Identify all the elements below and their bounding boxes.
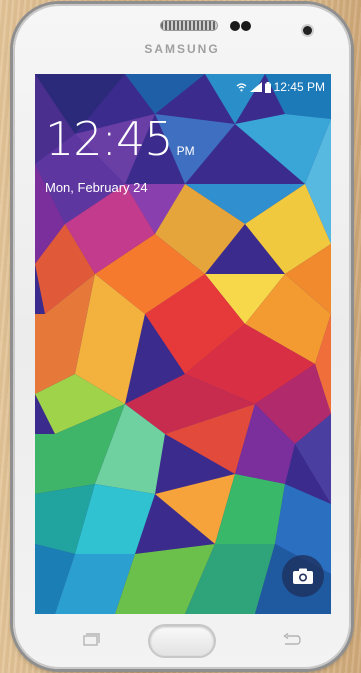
back-icon: [283, 633, 301, 645]
home-button[interactable]: [150, 626, 214, 656]
wifi-icon: [236, 83, 247, 92]
recent-apps-key[interactable]: [80, 631, 102, 649]
front-camera-icon: [303, 26, 312, 35]
phone-device: SAMSUNG 12:45 PM 12:45 PM Mon, February …: [13, 4, 351, 669]
battery-icon: [264, 81, 271, 93]
status-time: 12:45 PM: [273, 80, 325, 94]
light-sensor: [241, 21, 251, 31]
proximity-sensor: [230, 21, 240, 31]
lock-screen[interactable]: 12:45 PM 12:45 PM Mon, February 24: [35, 74, 331, 614]
clock-ampm: PM: [176, 144, 195, 158]
recent-apps-icon: [83, 633, 100, 646]
back-key[interactable]: [281, 631, 303, 649]
lock-date: Mon, February 24: [45, 180, 148, 195]
signal-icon: [249, 82, 262, 92]
camera-icon: [293, 568, 313, 584]
lock-clock: 12:45 PM: [45, 116, 195, 162]
clock-time: 12:45: [45, 112, 174, 166]
earpiece-speaker: [161, 21, 217, 30]
brand-logo: SAMSUNG: [144, 42, 220, 56]
status-bar: 12:45 PM: [236, 80, 325, 94]
camera-shortcut-button[interactable]: [282, 555, 324, 597]
